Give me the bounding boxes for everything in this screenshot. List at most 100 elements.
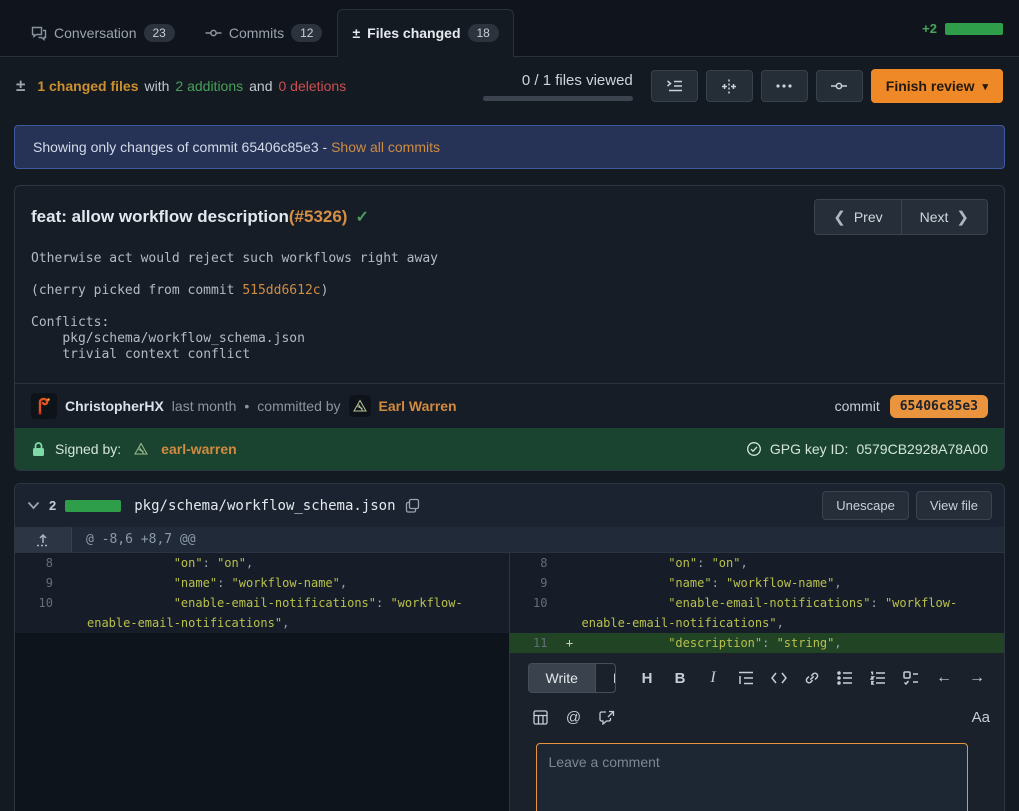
copy-path-icon[interactable] [405, 498, 420, 513]
committed-by-label: committed by [257, 398, 340, 414]
finish-review-label: Finish review [886, 78, 975, 94]
files-viewed-bar [483, 96, 633, 101]
commit-icon [830, 79, 848, 93]
finish-review-button[interactable]: Finish review ▾ [871, 69, 1003, 103]
conversation-count-badge: 23 [144, 24, 175, 42]
indent-right-button[interactable]: → [964, 665, 990, 691]
editor-mode-tabs: Write Preview [528, 663, 617, 693]
file-diff-box: 2 pkg/schema/workflow_schema.json Unesca… [14, 483, 1005, 811]
heading-button[interactable]: H [634, 665, 660, 691]
diff-line-11[interactable]: 11+ "description": "string", [510, 633, 1005, 653]
diff-line-10[interactable]: 10 "enable-email-notifications": "workfl… [15, 593, 509, 633]
preview-tab[interactable]: Preview [595, 664, 616, 692]
unordered-list-button[interactable] [832, 665, 858, 691]
commit-sha-badge[interactable]: 65406c85e3 [890, 395, 988, 418]
verified-icon [746, 441, 762, 457]
diff-stat-bar [945, 23, 1003, 35]
comment-textarea[interactable] [536, 743, 969, 811]
signer-avatar[interactable] [130, 438, 152, 460]
write-tab[interactable]: Write [529, 664, 595, 692]
diff-line-9[interactable]: 9 "name": "workflow-name", [15, 573, 509, 593]
task-list-button[interactable] [898, 665, 924, 691]
expand-hunk-button[interactable] [15, 527, 72, 552]
issue-ref-link[interactable]: (#5326) [289, 207, 348, 227]
tab-conversation-label: Conversation [54, 25, 137, 41]
indent-left-button[interactable]: ← [931, 665, 957, 691]
commit-details-box: feat: allow workflow description (#5326)… [14, 185, 1005, 471]
ordered-list-button[interactable] [865, 665, 891, 691]
prev-label: Prev [854, 209, 883, 225]
gpg-key-id: 0579CB2928A78A00 [856, 441, 988, 457]
collapse-file-icon[interactable] [27, 501, 40, 510]
commit-author-row: ChristopherHX last month • committed by … [15, 383, 1004, 428]
quote-button[interactable] [733, 665, 759, 691]
mention-button[interactable]: @ [561, 704, 587, 730]
editor-toolbar: H B I [634, 665, 990, 691]
commit-title: feat: allow workflow description [31, 207, 289, 227]
diff-line-9[interactable]: 9 "name": "workflow-name", [510, 573, 1005, 593]
diff-empty-area [15, 633, 509, 811]
show-all-commits-link[interactable]: Show all commits [331, 139, 440, 155]
unescape-button[interactable]: Unescape [822, 491, 909, 520]
summary-text: with [145, 78, 170, 94]
tab-conversation[interactable]: Conversation 23 [16, 9, 190, 56]
comment-editor: Write Preview H B I [510, 653, 1005, 811]
code-button[interactable] [766, 665, 792, 691]
next-label: Next [920, 209, 949, 225]
italic-button[interactable]: I [700, 665, 726, 691]
link-button[interactable] [799, 665, 825, 691]
diff-line-8[interactable]: 8 "on": "on", [15, 553, 509, 573]
tab-files-changed[interactable]: ± Files changed 18 [337, 9, 513, 57]
signed-by-label: Signed by: [55, 441, 121, 457]
monospace-toggle[interactable]: Aa [972, 709, 990, 726]
diff-view-toggle-button[interactable] [706, 70, 753, 102]
table-button[interactable] [528, 704, 554, 730]
prev-commit-button[interactable]: ❮ Prev [815, 200, 900, 234]
diff-line-8[interactable]: 8 "on": "on", [510, 553, 1005, 573]
file-tree-toggle-button[interactable] [651, 70, 698, 102]
bold-button[interactable]: B [667, 665, 693, 691]
diff-pane-new: 8 "on": "on",9 "name": "workflow-name",1… [510, 553, 1005, 811]
code-icon [771, 672, 787, 684]
deletions-text: 0 deletions [278, 78, 346, 94]
files-changed-count-badge: 18 [468, 24, 499, 42]
view-file-button[interactable]: View file [916, 491, 992, 520]
diff-options-button[interactable] [761, 70, 808, 102]
diff-icon: ± [352, 25, 360, 41]
ordered-list-icon [870, 671, 886, 685]
file-diff-header: 2 pkg/schema/workflow_schema.json Unesca… [15, 484, 1004, 527]
committer-avatar[interactable] [349, 395, 371, 417]
gpg-key-label: GPG key ID: [770, 441, 849, 457]
diff-line-10[interactable]: 10 "enable-email-notifications": "workfl… [510, 593, 1005, 633]
chevron-right-icon: ❯ [956, 208, 969, 226]
changed-files-link[interactable]: 1 changed files [37, 78, 138, 94]
tab-commits-label: Commits [229, 25, 284, 41]
committer-name-link[interactable]: Earl Warren [379, 398, 457, 414]
file-tree-icon [666, 79, 683, 93]
reference-button[interactable] [594, 704, 620, 730]
next-commit-button[interactable]: Next ❯ [901, 200, 987, 234]
split-diff: 8 "on": "on",9 "name": "workflow-name",1… [15, 553, 1004, 811]
chevron-left-icon: ❮ [833, 208, 846, 226]
pr-tab-bar: Conversation 23 Commits 12 ± Files chang… [0, 0, 1019, 57]
commit-icon [205, 25, 222, 41]
table-icon [533, 710, 548, 725]
diff-summary-row: ± 1 changed files with 2 additions and 0… [0, 57, 1019, 117]
signed-commit-row: Signed by: earl-warren GPG key ID: 0579C… [15, 428, 1004, 470]
diff-hunk-row: @ -8,6 +8,7 @@ [15, 527, 1004, 553]
files-viewed-label: 0 / 1 files viewed [522, 72, 633, 89]
hunk-header-text: @ -8,6 +8,7 @@ [72, 527, 210, 552]
file-path[interactable]: pkg/schema/workflow_schema.json [134, 498, 395, 514]
files-viewed-progress: 0 / 1 files viewed [483, 72, 633, 101]
author-name-link[interactable]: ChristopherHX [65, 398, 164, 414]
commits-button[interactable] [816, 70, 863, 102]
commit-nav: ❮ Prev Next ❯ [814, 199, 988, 235]
ci-success-icon[interactable]: ✓ [355, 207, 368, 227]
file-change-count: 2 [49, 498, 56, 513]
author-avatar[interactable] [31, 393, 57, 419]
commit-message: Otherwise act would reject such workflow… [15, 243, 1004, 383]
tab-commits[interactable]: Commits 12 [190, 9, 338, 56]
task-list-icon [903, 671, 919, 685]
signer-name-link[interactable]: earl-warren [161, 441, 236, 457]
diff-icon: ± [16, 76, 25, 96]
